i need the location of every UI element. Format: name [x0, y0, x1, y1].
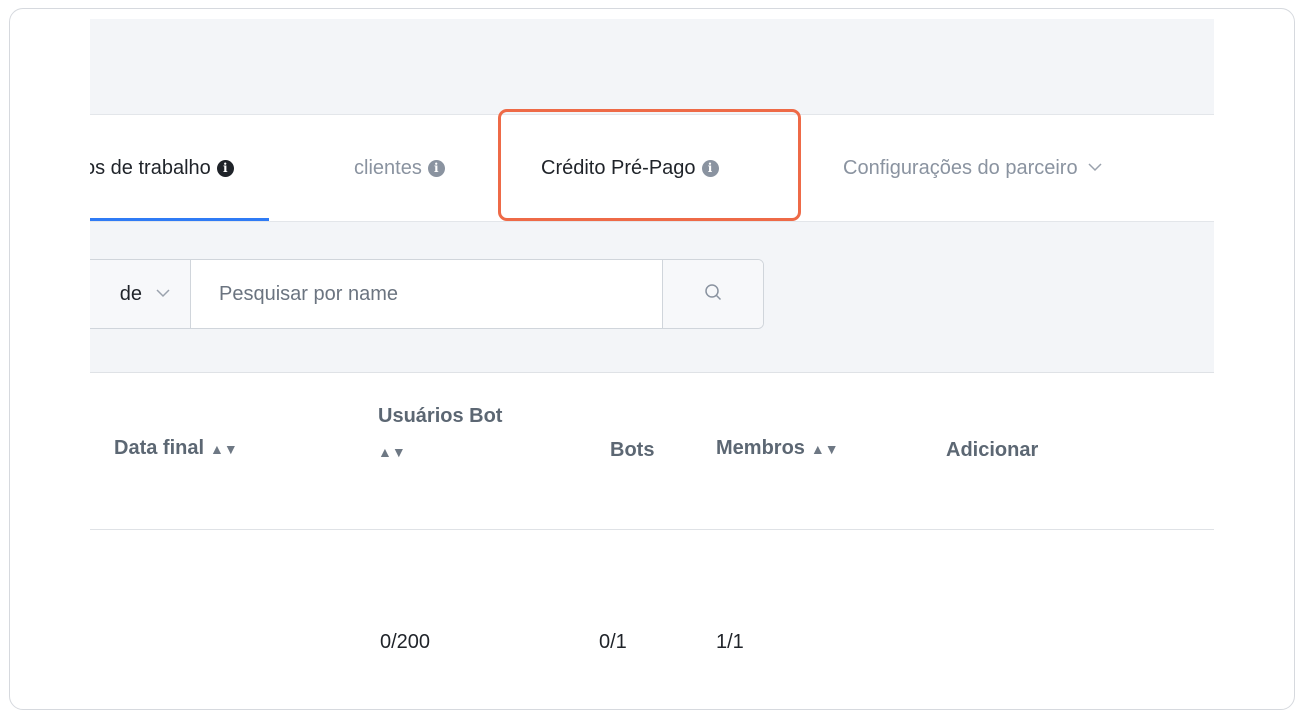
screenshot-frame: os de trabalho i clientes i Crédito Pré-…	[9, 8, 1295, 710]
tab-workspaces-label: os de trabalho	[90, 156, 211, 179]
search-field-select-value: de	[119, 282, 142, 305]
sort-icon[interactable]: ▲▼	[811, 441, 839, 457]
search-button[interactable]	[662, 260, 763, 328]
column-header-end-date-label: Data final	[114, 437, 205, 459]
search-input[interactable]	[191, 260, 662, 328]
tab-clients[interactable]: clientes i	[354, 115, 445, 221]
cell-bots: 0/1	[599, 631, 627, 653]
cell-bot-users: 0/200	[380, 631, 431, 653]
info-icon[interactable]: i	[216, 159, 234, 177]
tab-partner-settings-label: Configurações do parceiro	[843, 156, 1078, 179]
tab-workspaces[interactable]: os de trabalho i	[90, 115, 269, 221]
search-field-select[interactable]: de	[90, 260, 191, 328]
column-header-add-label: Adicionar	[946, 439, 1039, 461]
app-viewport: os de trabalho i clientes i Crédito Pré-…	[90, 19, 1214, 709]
table-header: Data final ▲▼ Usuários Bot ▲▼ Bots Membro…	[90, 373, 1214, 530]
tab-partner-settings[interactable]: Configurações do parceiro	[843, 115, 1102, 221]
chevron-down-icon	[1088, 159, 1102, 177]
column-header-bot-users-label: Usuários Bot	[378, 405, 503, 427]
search-group: de	[90, 259, 764, 329]
search-icon	[704, 283, 722, 306]
column-header-end-date[interactable]: Data final ▲▼	[114, 437, 238, 460]
sort-icon[interactable]: ▲▼	[378, 444, 406, 460]
column-header-bots: Bots	[610, 439, 654, 462]
cell-members: 1/1	[716, 631, 744, 653]
tab-prepaid-credit-label: Crédito Pré-Pago	[541, 156, 696, 179]
column-header-bots-label: Bots	[610, 439, 655, 461]
sort-icon[interactable]: ▲▼	[210, 441, 238, 457]
column-header-add: Adicionar	[946, 439, 1038, 462]
info-icon[interactable]: i	[427, 159, 445, 177]
tab-prepaid-credit[interactable]: Crédito Pré-Pago i	[541, 115, 719, 221]
info-icon[interactable]: i	[701, 159, 719, 177]
tab-clients-label: clientes	[354, 156, 422, 179]
column-header-members[interactable]: Membros ▲▼	[716, 437, 839, 460]
column-header-members-label: Membros	[716, 437, 805, 459]
top-bar	[90, 19, 1214, 115]
filter-bar: de	[90, 222, 1214, 373]
tab-bar: os de trabalho i clientes i Crédito Pré-…	[90, 115, 1214, 222]
chevron-down-icon	[156, 285, 170, 303]
column-header-bot-users[interactable]: Usuários Bot ▲▼	[378, 405, 502, 463]
